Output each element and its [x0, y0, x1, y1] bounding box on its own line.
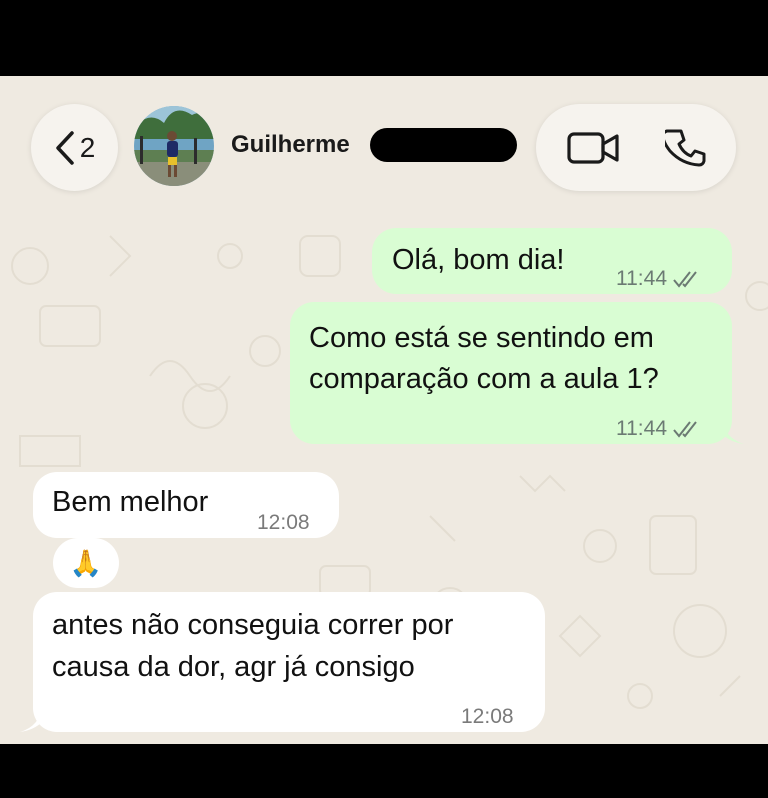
bubble-tail: [20, 706, 42, 732]
avatar-photo: [134, 106, 214, 186]
call-actions: [536, 104, 736, 191]
message-reaction[interactable]: 🙏: [53, 538, 119, 588]
message-meta: 12:08: [461, 696, 514, 738]
chat-screen: 2 Guilherme Olá, bom dia! 11:44 Como est…: [0, 76, 768, 744]
message-incoming[interactable]: Bem melhor 12:08: [33, 472, 339, 538]
message-time: 11:44: [616, 267, 667, 290]
message-outgoing[interactable]: Olá, bom dia! 11:44: [372, 228, 732, 294]
message-text-line: causa da dor, agr já consigo: [52, 651, 415, 683]
double-check-icon: [673, 421, 697, 438]
unread-count: 2: [79, 131, 96, 163]
message-text: Olá, bom dia!: [392, 244, 565, 276]
message-time: 12:08: [257, 511, 310, 534]
bubble-tail: [722, 418, 744, 444]
message-time: 11:44: [616, 417, 667, 440]
message-meta: 11:44: [616, 258, 701, 300]
back-button[interactable]: 2: [31, 104, 118, 191]
praying-hands-emoji: 🙏: [69, 548, 103, 578]
message-text-line: comparação com a aula 1?: [309, 363, 659, 395]
double-check-icon: [673, 271, 697, 288]
message-meta: 12:08: [257, 502, 310, 544]
video-call-icon: [567, 131, 619, 164]
phone-call-icon: [665, 129, 706, 166]
message-incoming[interactable]: antes não conseguia correr por causa da …: [33, 592, 545, 732]
voice-call-button[interactable]: [636, 104, 736, 191]
back-chevron-icon: [55, 130, 74, 165]
message-text-line: antes não conseguia correr por: [52, 609, 454, 641]
contact-name[interactable]: Guilherme: [231, 131, 350, 159]
video-call-button[interactable]: [544, 104, 644, 191]
contact-avatar[interactable]: [134, 106, 214, 186]
message-time: 12:08: [461, 705, 514, 728]
message-text: Bem melhor: [52, 486, 209, 518]
name-redaction: [370, 128, 517, 162]
message-outgoing[interactable]: Como está se sentindo em comparação com …: [290, 302, 732, 444]
message-text-line: Como está se sentindo em: [309, 322, 654, 354]
message-meta: 11:44: [616, 408, 701, 450]
